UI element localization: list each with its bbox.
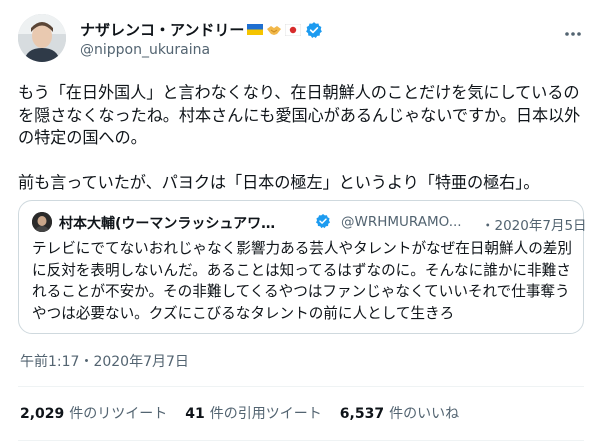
- quote-tweet-count-value: 41: [185, 406, 205, 422]
- verified-badge-icon: [305, 21, 323, 39]
- quoted-author-handle[interactable]: @WRHMURAMO...: [341, 214, 462, 230]
- quote-tweet-count-label: 件の引用ツイート: [209, 406, 322, 422]
- quote-tweet-count[interactable]: 41 件の引用ツイート: [185, 403, 321, 423]
- japan-flag-icon: [285, 23, 302, 36]
- divider: [18, 440, 584, 441]
- quoted-author-name[interactable]: 村本大輔(ウーマンラッシュアワ…: [59, 213, 275, 233]
- retweet-count[interactable]: 2,029 件のリツイート: [20, 403, 167, 423]
- quoted-verified-badge-icon: [315, 213, 331, 233]
- tweet-timestamp[interactable]: 午前1:17・2020年7月7日: [20, 351, 189, 371]
- author-handle[interactable]: @nippon_ukuraina: [80, 42, 210, 58]
- more-icon[interactable]: [563, 24, 583, 44]
- handshake-icon: [266, 23, 282, 37]
- author-name-row[interactable]: ナザレンコ・アンドリー: [80, 19, 323, 40]
- quoted-date[interactable]: ・2020年7月5日: [481, 214, 587, 234]
- divider: [18, 386, 584, 387]
- retweet-count-value: 2,029: [20, 406, 65, 422]
- like-count-label: 件のいいね: [389, 406, 460, 422]
- quoted-tweet[interactable]: 村本大輔(ウーマンラッシュアワ… @WRHMURAMO... ・2020年7月5…: [18, 200, 587, 334]
- tweet-text: もう「在日外国人」と言わなくなり、在日朝鮮人のことだけを気にしているのを隠さなく…: [18, 83, 581, 192]
- quoted-text: テレビにでてないおれじゃなく影響力ある芸人やタレントがなぜ在日朝鮮人の差別に反対…: [32, 240, 572, 322]
- author-avatar[interactable]: [18, 14, 66, 62]
- retweet-count-label: 件のリツイート: [69, 406, 168, 422]
- tweet-stats: 2,029 件のリツイート 41 件の引用ツイート 6,537 件のいいね: [20, 403, 477, 423]
- quoted-author-avatar[interactable]: [32, 212, 52, 232]
- ukraine-flag-icon: [247, 24, 264, 35]
- like-count[interactable]: 6,537 件のいいね: [340, 403, 459, 423]
- author-display-name[interactable]: ナザレンコ・アンドリー: [80, 19, 244, 40]
- like-count-value: 6,537: [339, 406, 385, 422]
